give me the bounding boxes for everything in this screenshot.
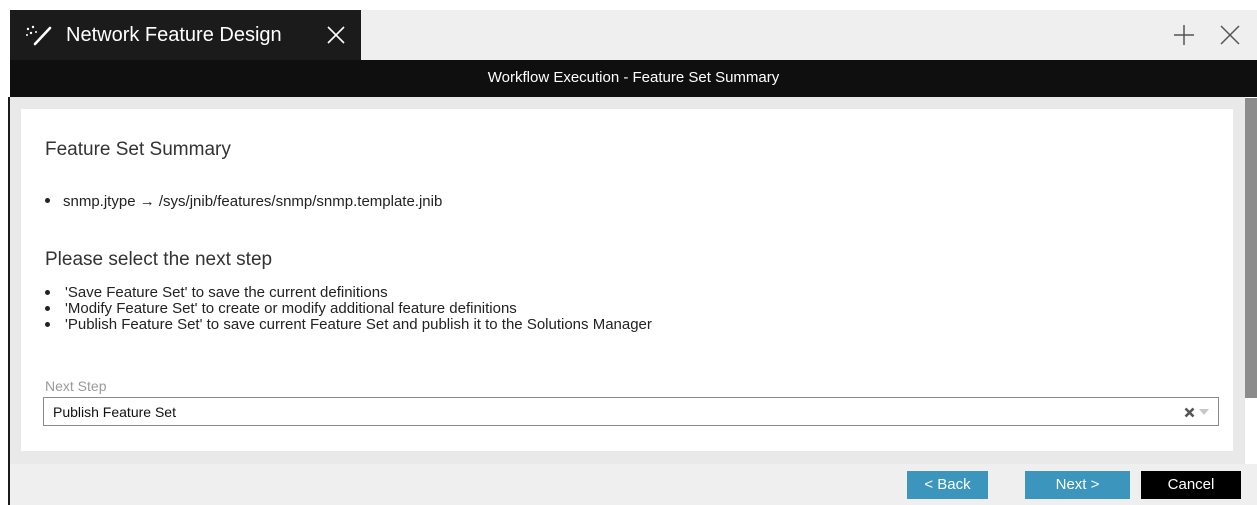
back-button[interactable]: < Back xyxy=(907,471,988,499)
workflow-title: Workflow Execution - Feature Set Summary xyxy=(487,69,780,86)
bullet-icon xyxy=(45,197,50,203)
tab-title: Network Feature Design xyxy=(66,24,282,46)
workflow-header: Workflow Execution - Feature Set Summary xyxy=(10,60,1257,97)
feature-item-text: snmp.jtype → /sys/jnib/features/snmp/snm… xyxy=(63,193,443,210)
bullet-icon xyxy=(45,305,50,311)
window-close-icon[interactable] xyxy=(1219,24,1241,46)
next-step-options-list: 'Save Feature Set' to save the current d… xyxy=(45,285,652,333)
chevron-down-icon[interactable] xyxy=(1199,409,1209,415)
option-text: 'Save Feature Set' to save the current d… xyxy=(65,284,388,301)
magic-wand-icon xyxy=(26,25,52,46)
vertical-scrollbar[interactable] xyxy=(1245,97,1257,464)
next-step-heading: Please select the next step xyxy=(45,249,273,270)
option-text: 'Publish Feature Set' to save current Fe… xyxy=(65,316,652,333)
list-item: 'Modify Feature Set' to create or modify… xyxy=(45,301,652,317)
footer-bar: < Back Next > Cancel xyxy=(10,464,1257,505)
clear-icon[interactable] xyxy=(1184,407,1195,418)
tab-bar: Network Feature Design xyxy=(10,10,1257,60)
bullet-icon xyxy=(45,289,50,295)
app-window: Network Feature Design Workflow Executio… xyxy=(0,0,1257,505)
feature-item: snmp.jtype → /sys/jnib/features/snmp/snm… xyxy=(45,193,442,211)
scrollbar-thumb[interactable] xyxy=(1245,98,1257,398)
tab-network-feature-design[interactable]: Network Feature Design xyxy=(10,10,361,60)
plus-icon[interactable] xyxy=(1173,24,1195,46)
bullet-icon xyxy=(45,321,50,327)
close-icon[interactable] xyxy=(326,25,346,45)
summary-card: Feature Set Summary snmp.jtype → /sys/jn… xyxy=(21,109,1233,451)
work-area: Feature Set Summary snmp.jtype → /sys/jn… xyxy=(10,97,1245,464)
next-step-label: Next Step xyxy=(45,378,107,394)
next-step-value: Publish Feature Set xyxy=(53,404,176,420)
cancel-button[interactable]: Cancel xyxy=(1141,471,1241,499)
summary-heading: Feature Set Summary xyxy=(45,139,231,160)
next-button[interactable]: Next > xyxy=(1025,471,1130,499)
next-step-select[interactable]: Publish Feature Set xyxy=(43,397,1219,426)
option-text: 'Modify Feature Set' to create or modify… xyxy=(65,300,517,317)
list-item: 'Publish Feature Set' to save current Fe… xyxy=(45,317,652,333)
list-item: 'Save Feature Set' to save the current d… xyxy=(45,285,652,301)
